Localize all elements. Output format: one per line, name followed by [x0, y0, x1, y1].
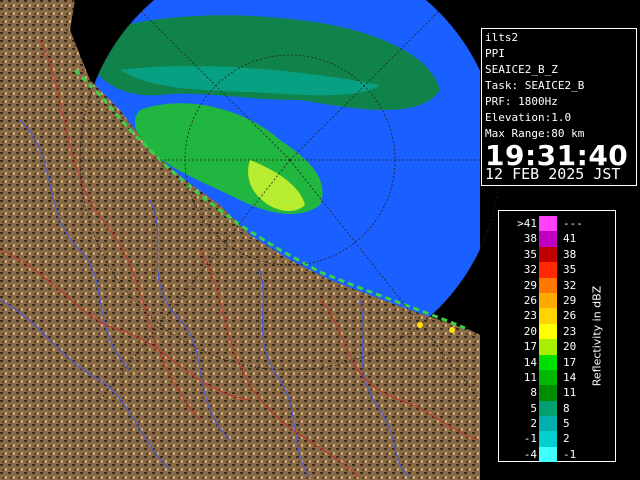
legend-upper-bound: 2: [563, 432, 570, 446]
elevation-value: Elevation:1.0: [485, 111, 572, 124]
legend-upper-bound: ---: [563, 217, 583, 230]
legend-color-swatch: [539, 323, 557, 340]
legend-row: 11 14: [513, 369, 593, 386]
legend-color-swatch: [539, 308, 557, 324]
legend-row: 8 11: [513, 385, 593, 401]
legend-lower-bound: 26: [523, 293, 537, 307]
legend-lower-bound: 32: [523, 263, 537, 277]
legend-upper-bound: 23: [563, 324, 577, 338]
legend-lower-bound: 23: [523, 309, 537, 323]
legend-lower-bound: 14: [523, 355, 537, 369]
radar-display: ilts2 PPI SEAICE2_B_Z Task: SEAICE2_B PR…: [0, 0, 640, 480]
legend-row: -1 2: [513, 431, 593, 447]
legend-row: 38 41: [513, 231, 593, 247]
legend-lower-bound: 5: [530, 401, 537, 415]
legend-row: 26 29: [513, 292, 593, 309]
legend-color-swatch: [539, 400, 557, 417]
legend-upper-bound: 8: [563, 401, 570, 415]
legend-lower-bound: 2: [530, 417, 537, 431]
color-legend: >41 --- 38 41 35 38 32 35 29 32 26 29 23 26 20 23 17 20 14…: [498, 210, 616, 463]
legend-color-swatch: [539, 339, 557, 355]
legend-row: 14 17: [513, 354, 593, 370]
legend-color-swatch: [539, 446, 557, 463]
legend-row: 20 23: [513, 323, 593, 340]
scan-mode: PPI: [485, 47, 505, 60]
legend-color-swatch: [539, 262, 557, 278]
legend-rows: >41 --- 38 41 35 38 32 35 29 32 26 29 23 26 20 23 17 20 14…: [513, 216, 593, 463]
legend-color-swatch: [539, 246, 557, 263]
legend-row: 35 38: [513, 246, 593, 263]
legend-lower-bound: 8: [530, 386, 537, 400]
legend-upper-bound: 29: [563, 293, 577, 307]
legend-upper-bound: 38: [563, 247, 577, 261]
legend-color-swatch: [539, 231, 557, 247]
prf-value: PRF: 1800Hz: [485, 95, 558, 108]
legend-row: 17 20: [513, 339, 593, 355]
legend-upper-bound: 41: [563, 232, 577, 246]
legend-lower-bound: -1: [523, 432, 537, 446]
legend-unit-label: Reflectivity in dBZ: [590, 285, 604, 387]
legend-row: -4 -1: [513, 446, 593, 463]
legend-lower-bound: 17: [523, 340, 537, 354]
legend-lower-bound: 35: [523, 247, 537, 261]
legend-upper-bound: 5: [563, 417, 570, 431]
legend-color-swatch: [539, 416, 557, 432]
legend-row: 29 32: [513, 277, 593, 293]
legend-color-swatch: [539, 369, 557, 386]
legend-color-swatch: [539, 277, 557, 293]
product-name: SEAICE2_B_Z: [485, 63, 558, 76]
info-panel: ilts2 PPI SEAICE2_B_Z Task: SEAICE2_B PR…: [481, 28, 637, 186]
task-name: Task: SEAICE2_B: [485, 79, 585, 92]
legend-upper-bound: 17: [563, 355, 577, 369]
legend-color-swatch: [539, 216, 557, 232]
legend-color-swatch: [539, 292, 557, 309]
legend-upper-bound: 32: [563, 278, 577, 292]
legend-lower-bound: 20: [523, 324, 537, 338]
site-name: ilts2: [485, 31, 519, 44]
legend-row: 58: [513, 400, 593, 417]
legend-upper-bound: 14: [563, 370, 577, 384]
legend-lower-bound: -4: [523, 447, 537, 461]
legend-color-swatch: [539, 385, 557, 401]
legend-upper-bound: 26: [563, 309, 577, 323]
legend-color-swatch: [539, 354, 557, 370]
legend-upper-bound: 20: [563, 340, 577, 354]
legend-upper-bound: 35: [563, 263, 577, 277]
legend-color-swatch: [539, 431, 557, 447]
legend-upper-bound: 11: [563, 386, 577, 400]
legend-upper-bound: -1: [563, 447, 577, 461]
legend-row: 32 35: [513, 262, 593, 278]
legend-row: >41 ---: [513, 216, 593, 232]
legend-lower-bound: >41: [517, 217, 537, 230]
legend-lower-bound: 11: [523, 370, 537, 384]
scan-date: 12 FEB 2025 JST: [485, 165, 621, 183]
legend-lower-bound: 29: [523, 278, 537, 292]
legend-lower-bound: 38: [523, 232, 537, 246]
legend-row: 25: [513, 416, 593, 432]
legend-row: 23 26: [513, 308, 593, 324]
